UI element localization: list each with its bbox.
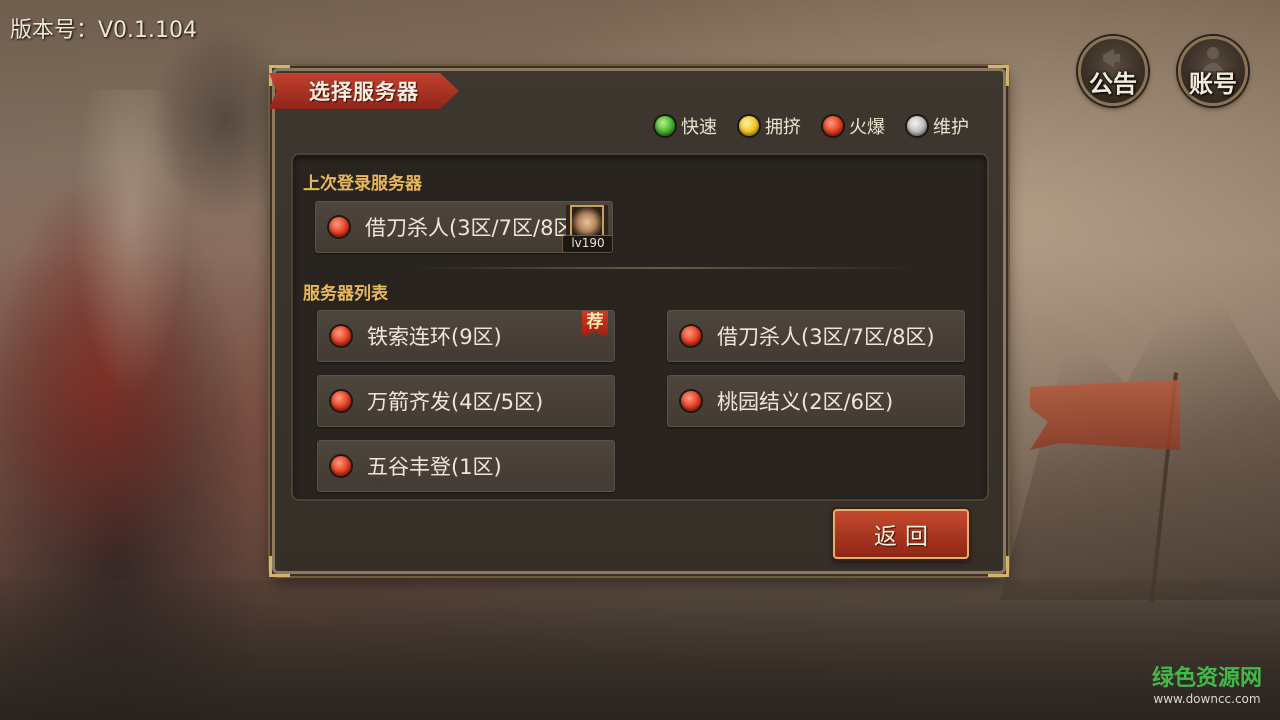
server-list-section-title: 服务器列表 bbox=[303, 284, 388, 304]
account-button[interactable]: 账号 bbox=[1178, 36, 1248, 106]
last-login-section-title: 上次登录服务器 bbox=[303, 174, 422, 194]
panel-title: 选择服务器 bbox=[309, 79, 419, 104]
server-list-container: 上次登录服务器 借刀杀人(3区/7区/8区) lv190 服务器列表 铁索连环(… bbox=[291, 153, 989, 501]
recommend-tag: 荐 bbox=[582, 311, 608, 337]
legend-label: 维护 bbox=[933, 117, 969, 138]
server-name: 五谷丰登(1区) bbox=[367, 455, 502, 479]
watermark-text: 绿色资源网 bbox=[1151, 666, 1262, 691]
server-button-wugu[interactable]: 五谷丰登(1区) bbox=[317, 440, 615, 492]
avatar-portrait-icon bbox=[570, 205, 604, 237]
panel-title-ribbon: 选择服务器 bbox=[269, 73, 459, 109]
status-dot-gray-icon bbox=[907, 116, 927, 136]
background-ground bbox=[0, 580, 1280, 720]
panel-corner-ornament bbox=[988, 65, 1009, 86]
legend-label: 快速 bbox=[681, 117, 717, 138]
status-dot-red-icon bbox=[681, 326, 701, 346]
server-name: 借刀杀人(3区/7区/8区) bbox=[365, 216, 583, 240]
server-name: 借刀杀人(3区/7区/8区) bbox=[717, 325, 935, 349]
watermark-url: www.downcc.com bbox=[1153, 692, 1261, 706]
status-dot-red-icon bbox=[823, 116, 843, 136]
watermark: 绿色资源网 www.downcc.com bbox=[1142, 666, 1272, 716]
status-dot-green-icon bbox=[655, 116, 675, 136]
status-legend: 快速 拥挤 火爆 维护 bbox=[655, 113, 969, 139]
account-label: 账号 bbox=[1189, 69, 1237, 98]
status-dot-red-icon bbox=[331, 391, 351, 411]
panel-corner-ornament bbox=[269, 556, 290, 577]
server-name: 铁索连环(9区) bbox=[367, 325, 502, 349]
background-flag-art bbox=[1030, 380, 1180, 450]
status-dot-yellow-icon bbox=[739, 116, 759, 136]
legend-label: 火爆 bbox=[849, 117, 885, 138]
notice-button[interactable]: 公告 bbox=[1078, 36, 1148, 106]
legend-item-fast: 快速 bbox=[655, 113, 717, 139]
version-label: 版本号：V0.1.104 bbox=[10, 18, 198, 43]
legend-item-crowded: 拥挤 bbox=[739, 113, 801, 139]
back-button-label: 返回 bbox=[874, 524, 936, 550]
server-name: 万箭齐发(4区/5区) bbox=[367, 390, 544, 414]
notice-label: 公告 bbox=[1089, 69, 1137, 98]
server-button-taoyuan[interactable]: 桃园结义(2区/6区) bbox=[667, 375, 965, 427]
server-button-jiedao[interactable]: 借刀杀人(3区/7区/8区) bbox=[667, 310, 965, 362]
character-avatar: lv190 bbox=[562, 205, 612, 252]
legend-item-maintenance: 维护 bbox=[907, 113, 969, 139]
server-select-panel: 选择服务器 快速 拥挤 火爆 维护 上次登录服务器 借刀杀人(3区/7区/8区)… bbox=[269, 65, 1009, 577]
status-dot-red-icon bbox=[331, 456, 351, 476]
character-level-badge: lv190 bbox=[562, 235, 612, 252]
section-divider bbox=[413, 267, 913, 269]
status-dot-red-icon bbox=[681, 391, 701, 411]
legend-item-hot: 火爆 bbox=[823, 113, 885, 139]
status-dot-red-icon bbox=[331, 326, 351, 346]
panel-corner-ornament bbox=[988, 556, 1009, 577]
server-button-tiesuo[interactable]: 铁索连环(9区) 荐 bbox=[317, 310, 615, 362]
server-name: 桃园结义(2区/6区) bbox=[717, 390, 894, 414]
last-login-server-button[interactable]: 借刀杀人(3区/7区/8区) lv190 bbox=[315, 201, 613, 253]
back-button[interactable]: 返回 bbox=[833, 509, 969, 559]
server-button-wanjian[interactable]: 万箭齐发(4区/5区) bbox=[317, 375, 615, 427]
legend-label: 拥挤 bbox=[765, 117, 801, 138]
status-dot-red-icon bbox=[329, 217, 349, 237]
